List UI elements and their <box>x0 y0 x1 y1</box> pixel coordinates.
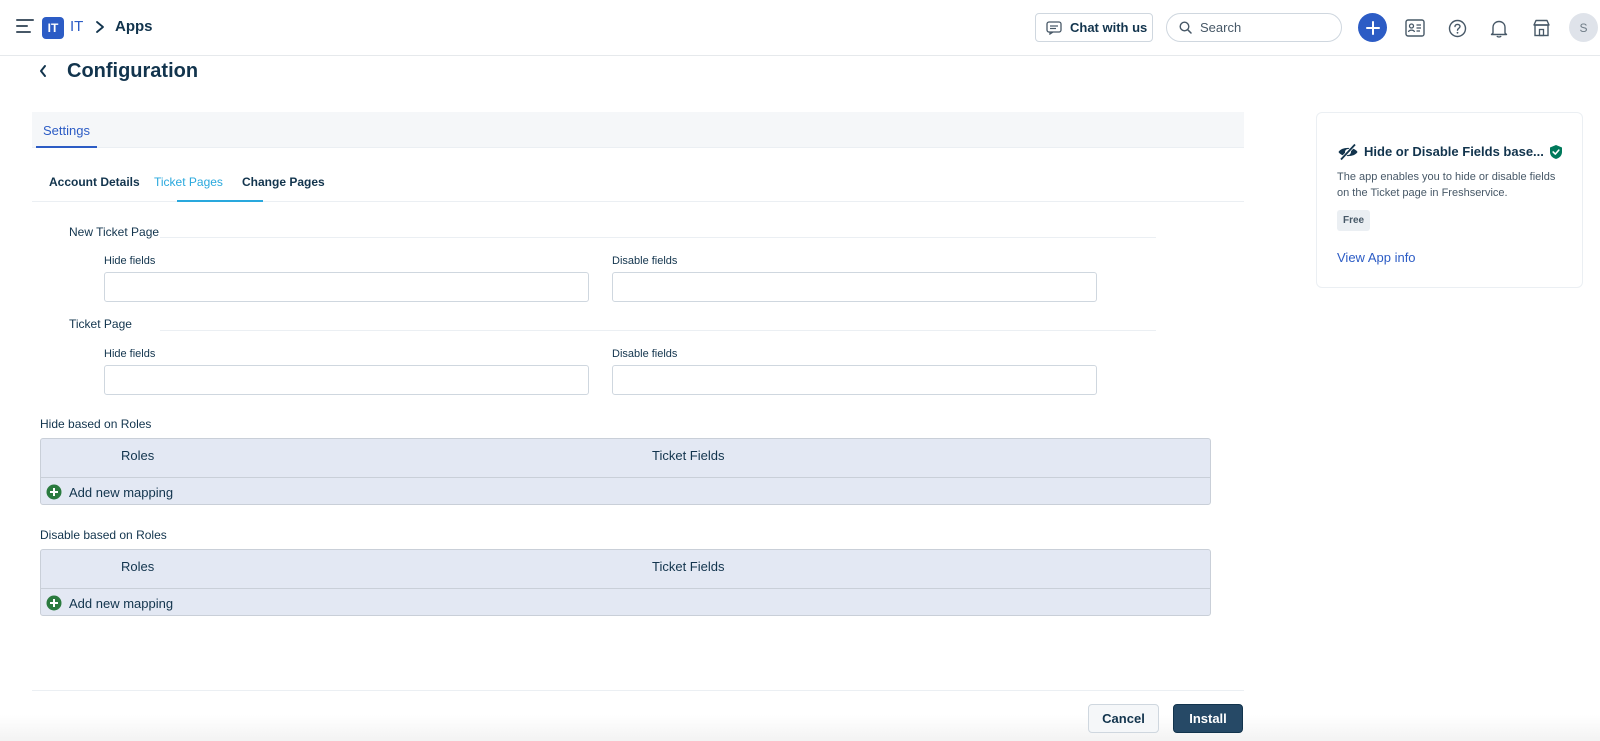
marketplace-icon <box>1532 19 1550 37</box>
help-icon <box>1448 19 1466 37</box>
add-circle-icon <box>46 484 62 500</box>
top-bar: IT IT Apps Chat with us Search S <box>0 0 1600 56</box>
column-header-ticket-fields: Ticket Fields <box>652 448 725 463</box>
new-ticket-disable-fields-input[interactable] <box>612 272 1097 302</box>
subtab-ticket-pages[interactable]: Ticket Pages <box>154 175 223 189</box>
tab-settings[interactable]: Settings <box>36 112 97 148</box>
help-button[interactable] <box>1444 15 1470 41</box>
eye-slash-icon <box>1338 143 1358 161</box>
group-title-disable-roles: Disable based on Roles <box>40 528 167 542</box>
workspace-name-link[interactable]: IT <box>70 18 83 35</box>
section-divider <box>160 330 1156 331</box>
add-new-mapping-label: Add new mapping <box>69 484 174 500</box>
app-info-card: Hide or Disable Fields base... The app e… <box>1316 112 1583 288</box>
hide-fields-label: Hide fields <box>104 255 156 267</box>
chat-icon <box>1046 20 1062 35</box>
add-new-mapping-button[interactable]: Add new mapping <box>46 484 173 500</box>
app-name: Hide or Disable Fields base... <box>1364 144 1544 159</box>
active-tab-indicator <box>177 200 263 202</box>
view-app-info-link[interactable]: View App info <box>1337 250 1416 265</box>
footer-background <box>0 715 1600 741</box>
chat-label: Chat with us <box>1070 20 1148 35</box>
chevron-right-icon <box>96 21 104 33</box>
section-title-ticket-page: Ticket Page <box>69 317 132 331</box>
search-input[interactable] <box>1200 20 1340 35</box>
section-divider <box>160 237 1156 238</box>
back-button[interactable] <box>36 62 50 80</box>
disable-fields-label: Disable fields <box>612 255 678 267</box>
install-button[interactable]: Install <box>1173 704 1243 733</box>
workspace-badge[interactable]: IT <box>42 17 64 39</box>
group-title-hide-roles: Hide based on Roles <box>40 417 152 431</box>
create-new-button[interactable] <box>1358 13 1387 42</box>
column-header-ticket-fields: Ticket Fields <box>652 559 725 574</box>
search-field[interactable] <box>1166 13 1342 42</box>
disable-fields-label: Disable fields <box>612 348 678 360</box>
verified-shield-icon <box>1550 145 1562 159</box>
new-ticket-hide-fields-input[interactable] <box>104 272 589 302</box>
breadcrumb-current: Apps <box>115 18 153 35</box>
contacts-button[interactable] <box>1402 15 1428 41</box>
add-new-mapping-button[interactable]: Add new mapping <box>46 595 173 611</box>
search-icon <box>1179 21 1192 34</box>
hamburger-icon[interactable] <box>16 19 34 35</box>
page-title: Configuration <box>67 60 199 82</box>
bell-icon <box>1490 20 1508 38</box>
cancel-button[interactable]: Cancel <box>1088 704 1159 733</box>
subtab-bar: Account Details Ticket Pages Change Page… <box>32 168 1244 202</box>
hide-fields-label: Hide fields <box>104 348 156 360</box>
mapping-table-header: Roles Ticket Fields <box>41 550 1210 589</box>
ticket-hide-fields-input[interactable] <box>104 365 589 395</box>
hide-roles-mapping-table: Roles Ticket Fields Add new mapping <box>40 438 1211 505</box>
mapping-table-header: Roles Ticket Fields <box>41 439 1210 478</box>
contacts-icon <box>1405 19 1425 37</box>
avatar[interactable]: S <box>1569 13 1598 42</box>
ticket-disable-fields-input[interactable] <box>612 365 1097 395</box>
add-new-mapping-label: Add new mapping <box>69 595 174 611</box>
marketplace-button[interactable] <box>1528 15 1554 41</box>
subtab-change-pages[interactable]: Change Pages <box>242 175 325 189</box>
price-badge: Free <box>1337 210 1371 231</box>
plus-icon <box>1365 20 1380 35</box>
disable-roles-mapping-table: Roles Ticket Fields Add new mapping <box>40 549 1211 616</box>
add-circle-icon <box>46 595 62 611</box>
subtab-account-details[interactable]: Account Details <box>49 175 140 189</box>
section-title-new-ticket-page: New Ticket Page <box>69 225 160 239</box>
chat-with-us-button[interactable]: Chat with us <box>1035 13 1153 42</box>
app-description: The app enables you to hide or disable f… <box>1337 171 1556 199</box>
settings-tab-strip: Settings <box>32 112 1244 148</box>
notifications-button[interactable] <box>1486 15 1512 41</box>
column-header-roles: Roles <box>121 448 155 463</box>
footer-divider <box>32 690 1244 691</box>
back-chevron-icon <box>40 65 46 77</box>
column-header-roles: Roles <box>121 559 155 574</box>
